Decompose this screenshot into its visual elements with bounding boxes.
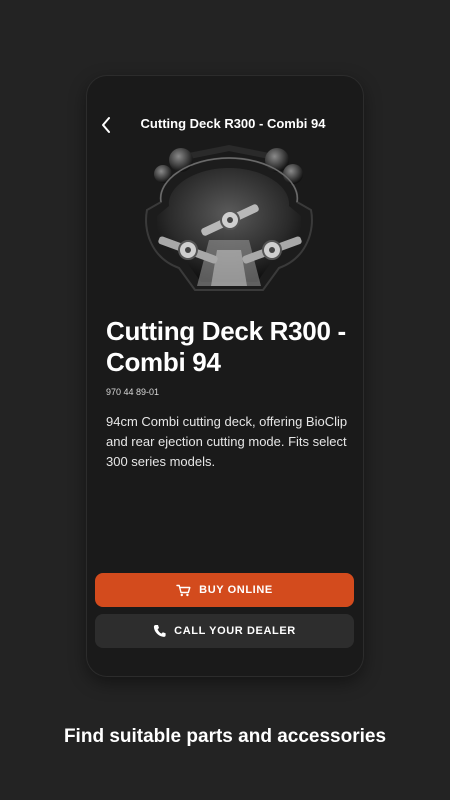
promo-caption: Find suitable parts and accessories — [63, 726, 387, 747]
back-button[interactable] — [93, 112, 119, 138]
top-bar: Cutting Deck R300 - Combi 94 — [87, 112, 363, 138]
buy-online-button[interactable]: BUY ONLINE — [95, 573, 354, 607]
call-dealer-button[interactable]: CALL YOUR DEALER — [95, 614, 354, 648]
phone-screen: Cutting Deck R300 - Combi 94 Cutting Dec… — [87, 76, 363, 676]
page-title: Cutting Deck R300 - Combi 94 — [140, 116, 326, 131]
product-number: 970 44 89-01 — [106, 387, 160, 397]
call-dealer-label: CALL YOUR DEALER — [174, 625, 296, 637]
product-image — [139, 140, 319, 296]
product-description: 94cm Combi cutting deck, offering BioCli… — [106, 414, 348, 469]
cutting-deck-image — [145, 144, 313, 291]
buy-online-label: BUY ONLINE — [199, 584, 273, 596]
cart-icon — [176, 584, 191, 597]
phone-icon — [153, 624, 166, 638]
chevron-left-icon — [102, 117, 110, 133]
product-name: Cutting Deck R300 - Combi 94 — [106, 316, 346, 377]
